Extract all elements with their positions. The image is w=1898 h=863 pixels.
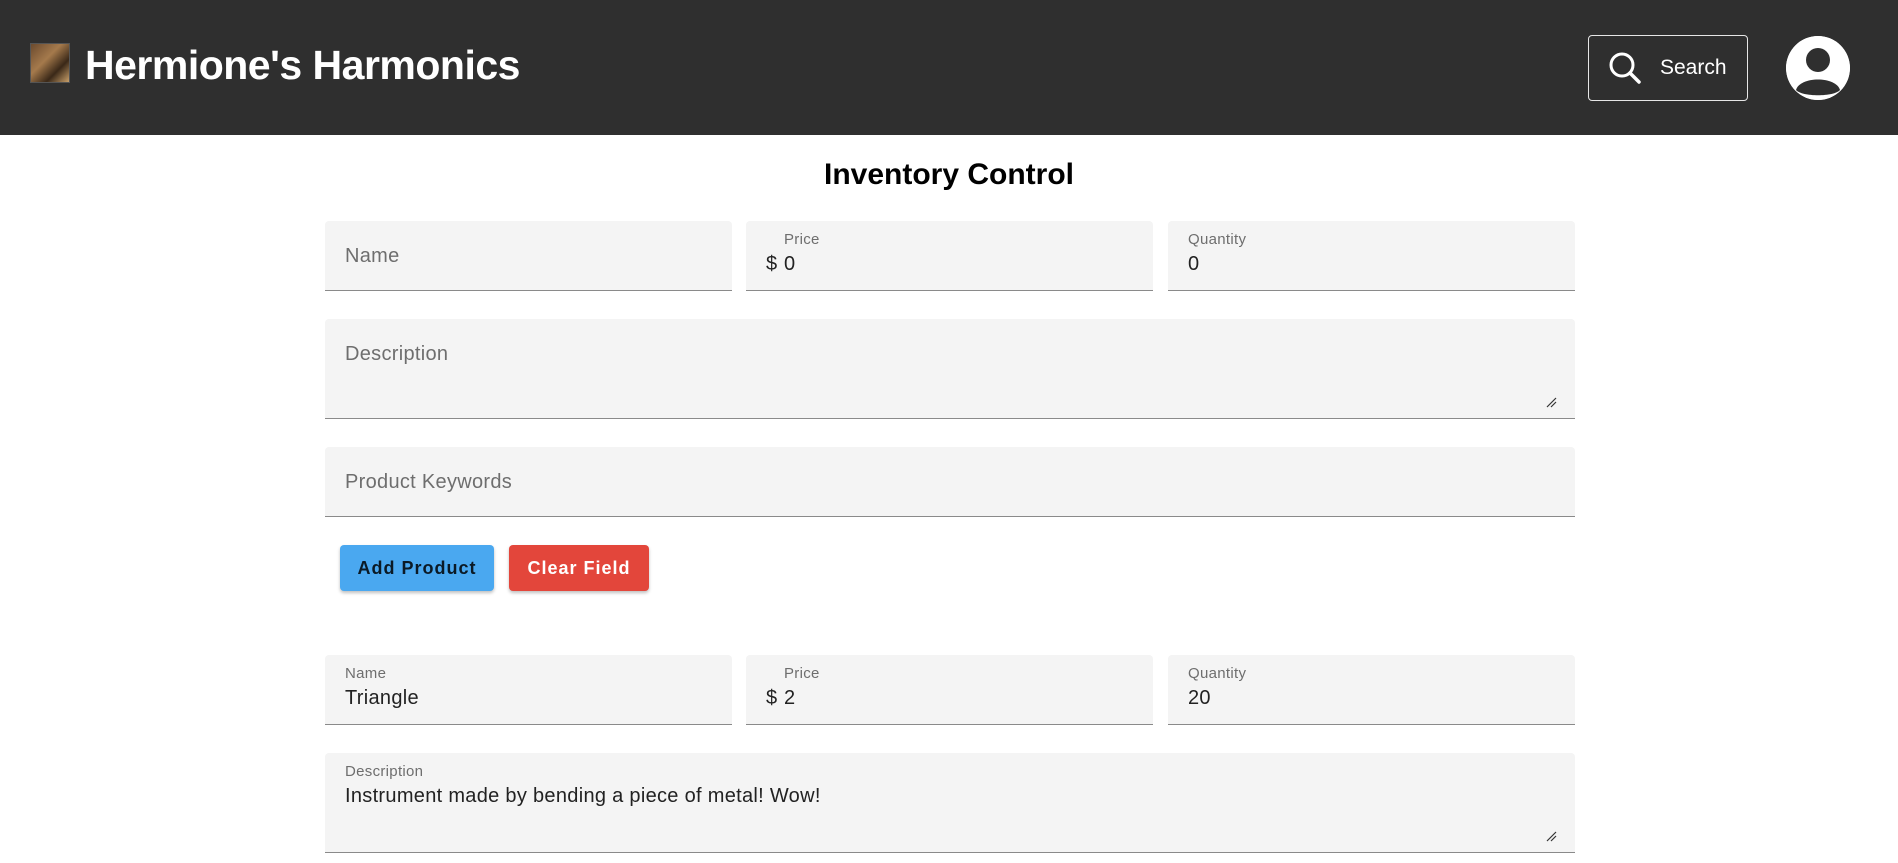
- new-description-field[interactable]: Description: [325, 319, 1575, 419]
- product-description-value: Instrument made by bending a piece of me…: [345, 785, 821, 807]
- account-button[interactable]: [1786, 36, 1850, 100]
- search-button[interactable]: Search: [1588, 35, 1748, 101]
- new-price-prefix: $: [766, 253, 778, 275]
- new-quantity-label: Quantity: [1188, 231, 1247, 248]
- product-price-label: Price: [784, 665, 820, 682]
- brand-title[interactable]: Hermione's Harmonics: [85, 42, 520, 89]
- new-quantity-field[interactable]: Quantity 0: [1168, 221, 1575, 291]
- new-name-field[interactable]: Name: [325, 221, 732, 291]
- new-keywords-label: Product Keywords: [345, 471, 513, 493]
- logo-image[interactable]: [30, 43, 70, 83]
- resize-handle-icon[interactable]: [1545, 830, 1557, 842]
- product-quantity-value: 20: [1188, 687, 1211, 709]
- resize-handle-icon[interactable]: [1545, 396, 1557, 408]
- search-label: Search: [1660, 56, 1727, 79]
- product-description-field[interactable]: Description Instrument made by bending a…: [325, 753, 1575, 853]
- clear-field-button[interactable]: Clear Field: [509, 545, 649, 591]
- search-icon: [1609, 52, 1641, 84]
- product-price-value: 2: [784, 687, 796, 709]
- product-description-label: Description: [345, 763, 424, 780]
- account-icon: [1786, 36, 1850, 100]
- product-price-prefix: $: [766, 687, 778, 709]
- new-quantity-value: 0: [1188, 253, 1200, 275]
- add-product-button[interactable]: Add Product: [340, 545, 494, 591]
- app-header: Hermione's Harmonics Search: [0, 0, 1898, 135]
- new-name-label: Name: [345, 245, 400, 267]
- product-quantity-field[interactable]: Quantity 20: [1168, 655, 1575, 725]
- product-name-value: Triangle: [345, 687, 419, 709]
- page-title: Inventory Control: [823, 158, 1074, 191]
- product-name-label: Name: [345, 665, 387, 682]
- new-keywords-field[interactable]: Product Keywords: [325, 447, 1575, 517]
- new-description-label: Description: [345, 343, 449, 365]
- product-name-field[interactable]: Name Triangle: [325, 655, 732, 725]
- new-price-field[interactable]: Price $ 0: [746, 221, 1153, 291]
- new-price-value: 0: [784, 253, 796, 275]
- new-price-label: Price: [784, 231, 820, 248]
- product-price-field[interactable]: Price $ 2: [746, 655, 1153, 725]
- product-quantity-label: Quantity: [1188, 665, 1247, 682]
